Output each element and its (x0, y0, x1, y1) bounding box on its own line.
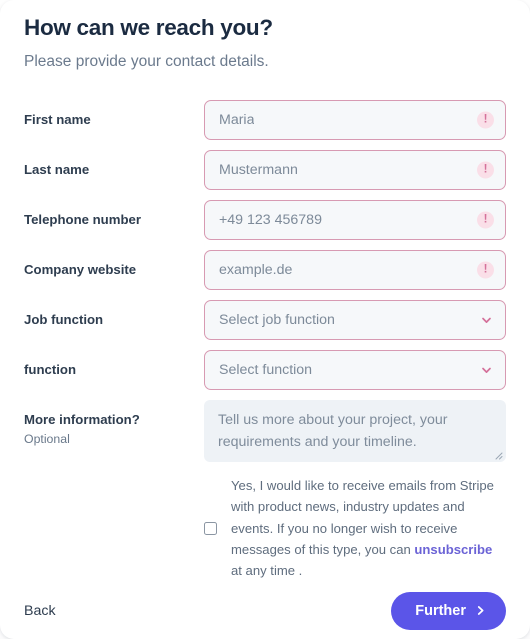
field-label-company-website: Company website (24, 262, 137, 278)
back-button[interactable]: Back (24, 603, 56, 619)
field-row-first-name: First name Maria ! (24, 100, 506, 141)
more-information-textarea[interactable]: Tell us more about your project, your re… (204, 400, 506, 463)
field-control-wrapper: Maria ! (204, 100, 506, 141)
error-icon-glyph: ! (483, 163, 488, 176)
function-select[interactable]: Select function (204, 350, 506, 391)
field-row-more-information: More information? Optional Tell us more … (24, 400, 506, 463)
company-website-value: example.de (219, 262, 293, 279)
chevron-right-icon (475, 605, 486, 616)
field-label-wrapper: Company website (24, 250, 204, 279)
contact-form-card: How can we reach you? Please provide you… (0, 0, 530, 639)
field-row-job-function: Job function Select job function (24, 300, 506, 341)
field-label-wrapper: More information? Optional (24, 400, 204, 447)
unsubscribe-link[interactable]: unsubscribe (414, 542, 492, 557)
field-label-telephone-number: Telephone number (24, 212, 141, 228)
last-name-value: Mustermann (219, 162, 298, 179)
field-control-wrapper: example.de ! (204, 250, 506, 291)
field-label-function: function (24, 362, 77, 378)
field-control-wrapper: +49 123 456789 ! (204, 200, 506, 241)
error-icon-glyph: ! (483, 113, 488, 126)
error-icon: ! (477, 161, 494, 179)
form-footer: Back Further (0, 582, 530, 639)
chevron-down-icon (480, 314, 493, 327)
last-name-input[interactable]: Mustermann ! (204, 150, 506, 191)
further-button[interactable]: Further (391, 591, 506, 630)
function-value: Select function (219, 362, 313, 379)
field-label-wrapper: Last name (24, 150, 204, 179)
error-icon-glyph: ! (483, 263, 488, 276)
page-subtitle: Please provide your contact details. (24, 53, 269, 70)
field-row-last-name: Last name Mustermann ! (24, 150, 506, 191)
field-label-wrapper: First name (24, 100, 204, 129)
field-label-wrapper: Job function (24, 300, 204, 329)
field-control-wrapper: Select function (204, 350, 506, 391)
field-label-job-function: Job function (24, 312, 104, 328)
consent-text: Yes, I would like to receive emails from… (231, 475, 506, 582)
chevron-down-icon (480, 364, 493, 377)
telephone-number-input[interactable]: +49 123 456789 ! (204, 200, 506, 241)
field-label-last-name: Last name (24, 162, 90, 178)
field-sublabel-optional: Optional (24, 431, 70, 446)
job-function-select[interactable]: Select job function (204, 300, 506, 341)
further-button-label: Further (415, 602, 466, 619)
error-icon: ! (477, 211, 494, 229)
company-website-input[interactable]: example.de ! (204, 250, 506, 291)
page-title: How can we reach you? (24, 15, 273, 40)
error-icon: ! (477, 111, 494, 129)
field-row-telephone-number: Telephone number +49 123 456789 ! (24, 200, 506, 241)
consent-checkbox[interactable] (204, 521, 217, 535)
consent-row: Yes, I would like to receive emails from… (204, 475, 506, 582)
field-row-company-website: Company website example.de ! (24, 250, 506, 291)
field-control-wrapper: Select job function (204, 300, 506, 341)
job-function-value: Select job function (219, 312, 335, 329)
consent-text-after-link: at any time . (231, 563, 303, 579)
field-label-first-name: First name (24, 112, 91, 128)
field-label-wrapper: Telephone number (24, 200, 204, 229)
field-control-wrapper: Mustermann ! (204, 150, 506, 191)
telephone-number-value: +49 123 456789 (219, 212, 322, 229)
resize-handle-icon[interactable] (492, 449, 503, 460)
error-icon-glyph: ! (483, 213, 488, 226)
error-icon: ! (477, 261, 494, 279)
field-label-more-information: More information? (24, 412, 140, 428)
first-name-input[interactable]: Maria ! (204, 100, 506, 141)
first-name-value: Maria (219, 112, 255, 129)
field-row-function: function Select function (24, 350, 506, 391)
field-label-wrapper: function (24, 350, 204, 379)
more-information-placeholder: Tell us more about your project, your re… (218, 412, 448, 450)
field-control-wrapper: Tell us more about your project, your re… (204, 400, 506, 463)
